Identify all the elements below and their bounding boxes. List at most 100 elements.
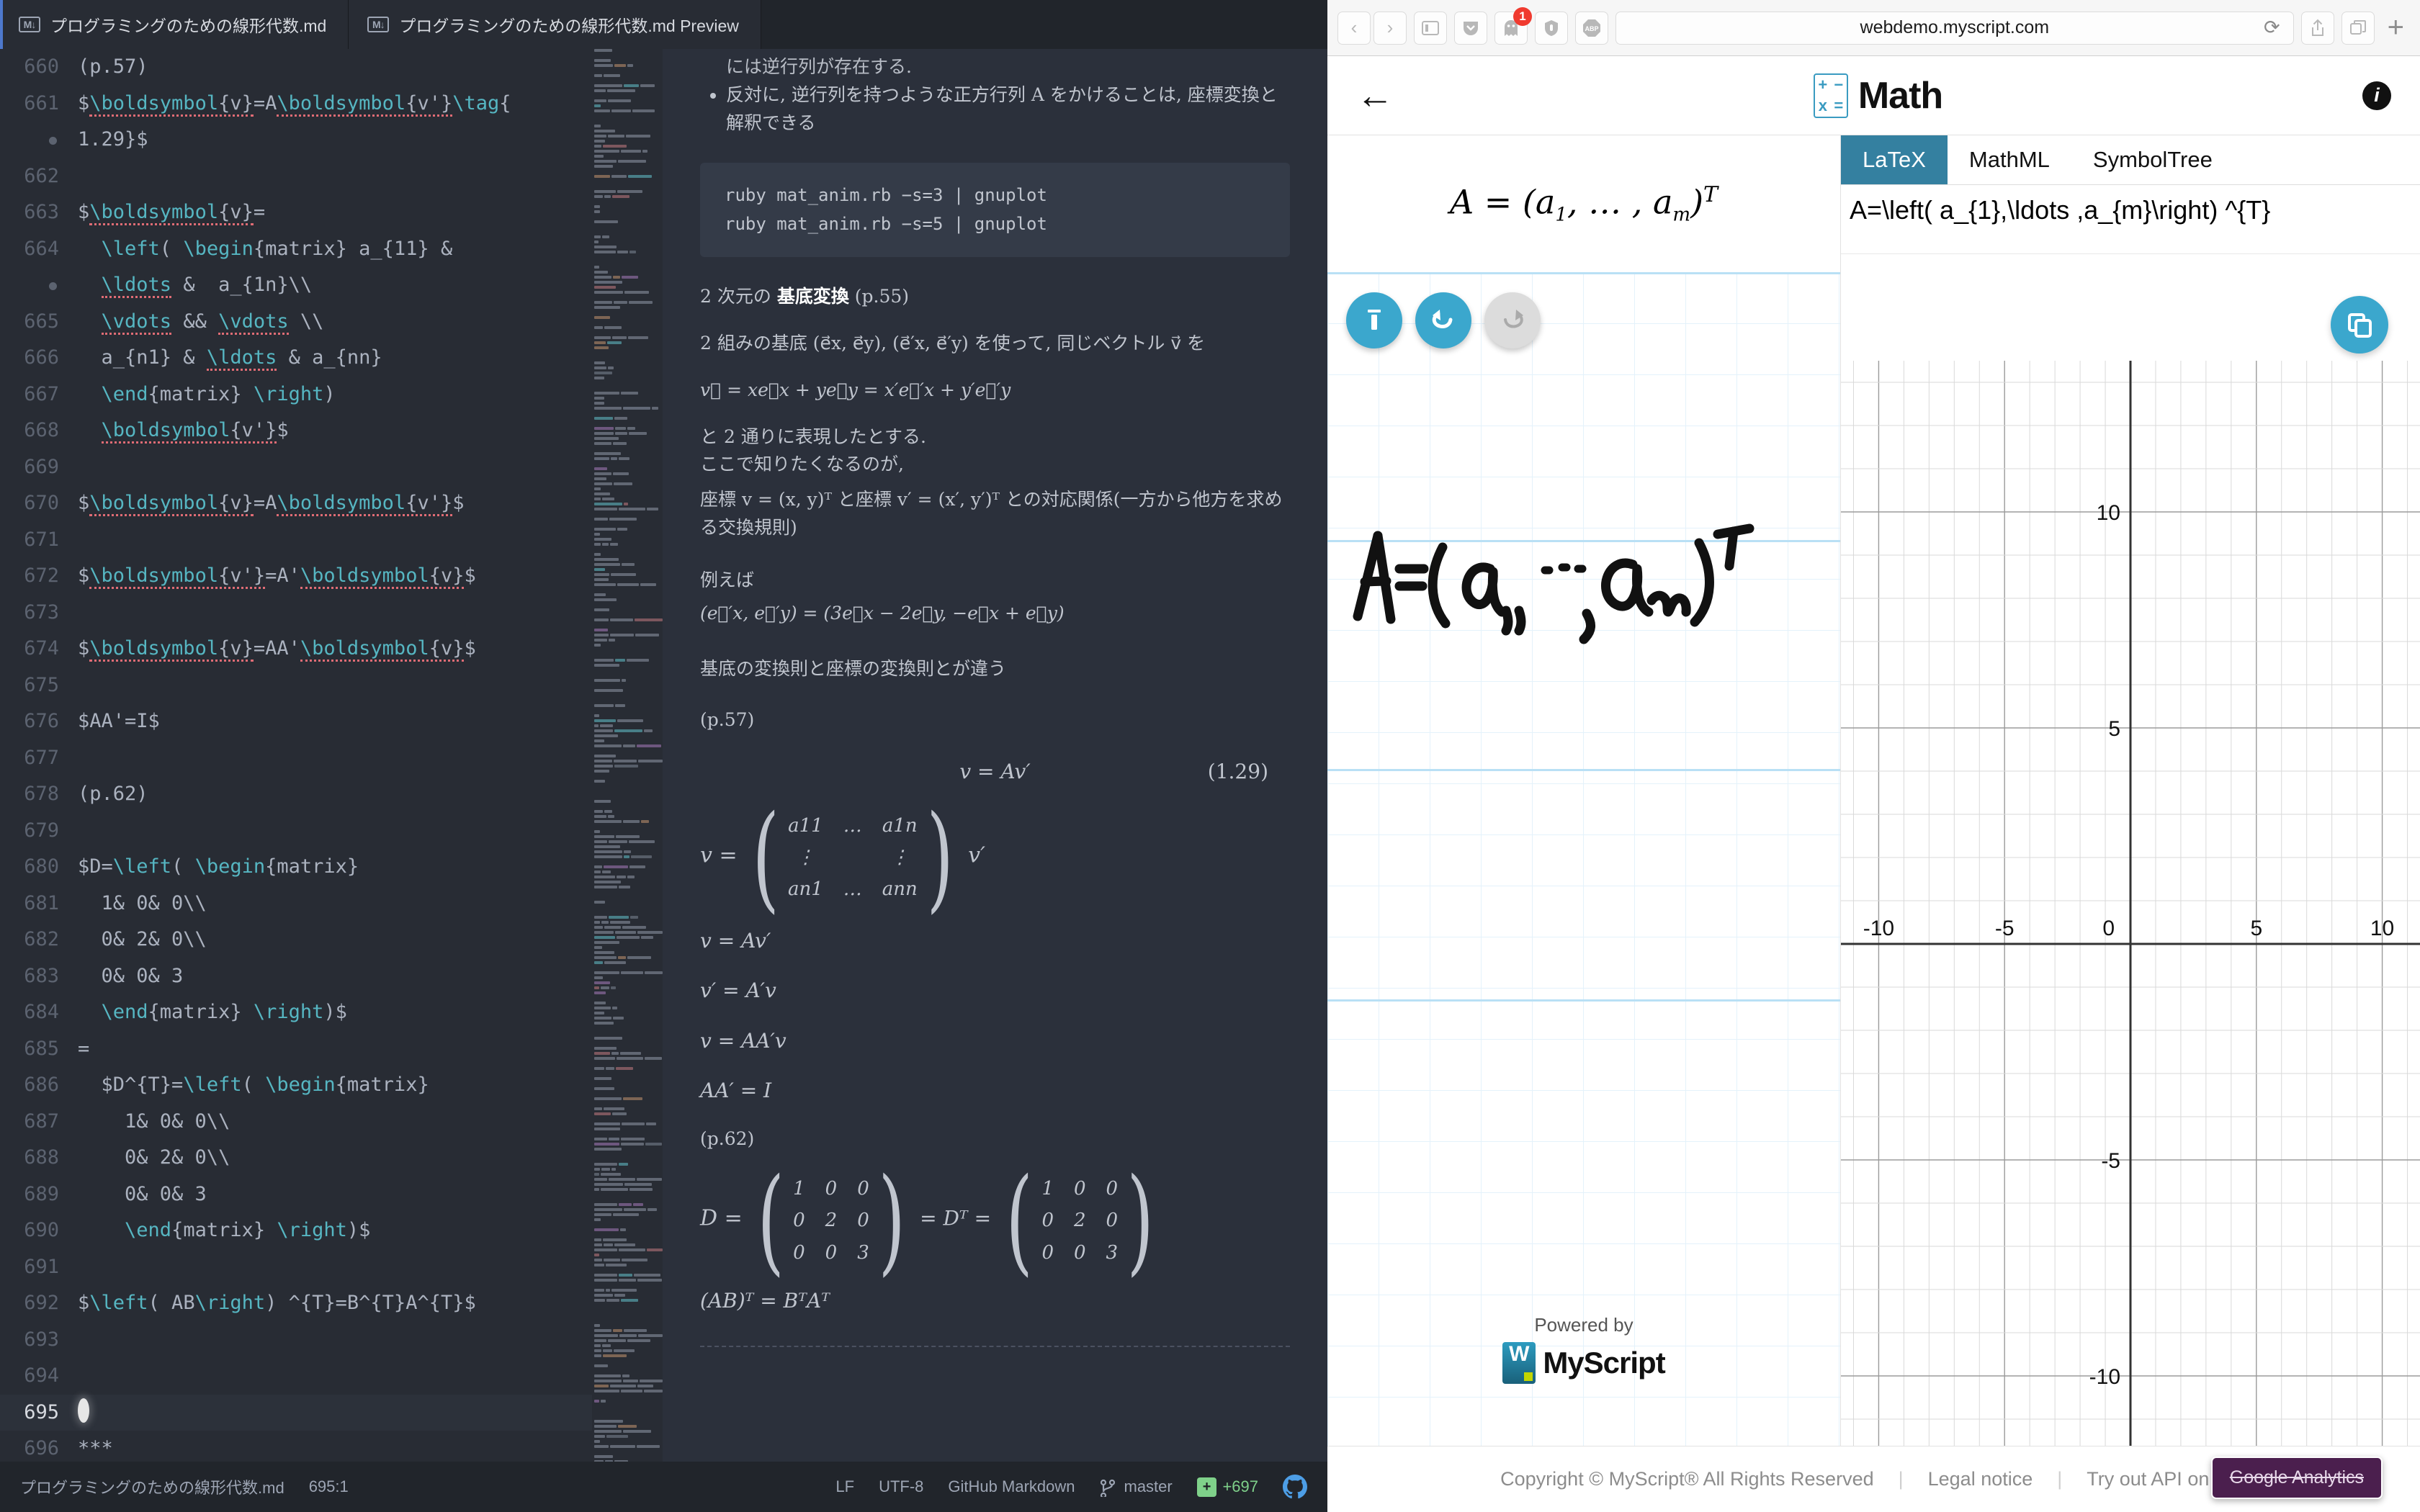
code-line[interactable]: 670 $\boldsymbol{v}=A\boldsymbol{v'}$: [0, 485, 663, 522]
new-tab-button[interactable]: +: [2382, 12, 2410, 44]
handwriting-canvas[interactable]: Powered by W MyScript: [1327, 272, 1840, 1446]
logo-x: x: [1818, 96, 1827, 114]
minimap-segment: [600, 1173, 622, 1176]
code-line-text: \ldots & a_{1n}\\: [78, 267, 312, 304]
code-line[interactable]: 689 0& 0& 3: [0, 1176, 663, 1213]
code-line[interactable]: 673: [0, 595, 663, 631]
footer-legal-notice[interactable]: Legal notice: [1928, 1468, 2033, 1490]
copy-button[interactable]: [2331, 296, 2388, 354]
ghostery-extension-button[interactable]: 1: [1494, 6, 1532, 45]
share-button[interactable]: [2300, 11, 2334, 45]
minimap-segment: [594, 835, 615, 838]
code-line[interactable]: 690 \end{matrix} \right)$: [0, 1212, 663, 1249]
code-line[interactable]: 693: [0, 1322, 663, 1359]
status-cursor-position[interactable]: 695:1: [309, 1477, 349, 1496]
code-line[interactable]: 668 \boldsymbol{v'}$: [0, 413, 663, 449]
code-line[interactable]: 695: [0, 1394, 663, 1431]
code-line[interactable]: 684 \end{matrix} \right)$: [0, 994, 663, 1031]
clear-button[interactable]: [1346, 292, 1402, 348]
code-line[interactable]: 676 $AA'=I$: [0, 703, 663, 740]
output-tab-latex[interactable]: LaTeX: [1841, 135, 1948, 184]
back-button[interactable]: ‹: [1337, 11, 1371, 45]
output-tab-symboltree[interactable]: SymbolTree: [2071, 135, 2234, 184]
code-editor-pane[interactable]: 660 (p.57) 661 $\boldsymbol{v}=A\boldsymbol…: [0, 49, 663, 1462]
status-branch-group[interactable]: master: [1100, 1477, 1173, 1497]
minimap-segment: [594, 1107, 602, 1110]
status-encoding[interactable]: UTF-8: [879, 1477, 923, 1496]
code-line[interactable]: \ldots & a_{1n}\\: [0, 267, 663, 304]
minimap-line: [592, 135, 663, 138]
minimap-line: [592, 654, 663, 657]
minimap-line: [592, 558, 663, 562]
tab-markdown-preview[interactable]: M↓ プログラミングのための線形代数.md Preview: [349, 0, 761, 49]
redo-button[interactable]: [1484, 292, 1541, 348]
code-line[interactable]: 666 a_{n1} & \ldots & a_{nn}: [0, 340, 663, 377]
code-line[interactable]: 675: [0, 667, 663, 704]
code-line[interactable]: 665 \vdots && \vdots \\: [0, 304, 663, 341]
undo-button[interactable]: [1415, 292, 1471, 348]
code-line[interactable]: 686 $D^{T}=\left( \begin{matrix}: [0, 1067, 663, 1104]
code-line[interactable]: 674 $\boldsymbol{v}=AA'\boldsymbol{v}$: [0, 631, 663, 667]
minimap-segment: [629, 865, 646, 868]
minimap-segment: [604, 74, 620, 77]
minimap-segment: [594, 553, 601, 556]
code-line[interactable]: 682 0& 2& 0\\: [0, 922, 663, 958]
github-octicon[interactable]: [1283, 1475, 1307, 1499]
adblockplus-extension-button[interactable]: ABP: [1575, 11, 1608, 45]
code-line[interactable]: 678 (p.62): [0, 776, 663, 813]
code-line[interactable]: 660 (p.57): [0, 49, 663, 86]
tab-markdown-source[interactable]: M↓ プログラミングのための線形代数.md: [0, 0, 349, 49]
code-line[interactable]: 683 0& 0& 3: [0, 958, 663, 995]
minimap-segment: [594, 1128, 620, 1130]
reload-icon[interactable]: ⟳: [2264, 17, 2280, 39]
ublock-extension-button[interactable]: [1535, 11, 1568, 45]
address-bar[interactable]: webdemo.myscript.com ⟳: [1615, 11, 2294, 45]
sidebar-toggle-button[interactable]: [1414, 11, 1447, 45]
minimap-segment: [603, 1259, 621, 1261]
minimap-segment: [629, 432, 647, 435]
code-line[interactable]: 664 \left( \begin{matrix} a_{11} &: [0, 231, 663, 268]
code-line[interactable]: 687 1& 0& 0\\: [0, 1104, 663, 1140]
show-tabs-button[interactable]: [2341, 11, 2375, 45]
code-line[interactable]: 669: [0, 449, 663, 486]
code-line[interactable]: 692 $\left( AB\right) ^{T}=B^{T}A^{T}$: [0, 1285, 663, 1322]
code-line[interactable]: 662: [0, 158, 663, 195]
minimap-segment: [624, 1183, 653, 1186]
code-line[interactable]: 688 0& 2& 0\\: [0, 1140, 663, 1176]
status-filename[interactable]: プログラミングのための線形代数.md: [20, 1475, 284, 1498]
editor-minimap[interactable]: [592, 49, 663, 1462]
code-line[interactable]: 681 1& 0& 0\\: [0, 886, 663, 922]
forward-button[interactable]: ›: [1373, 11, 1407, 45]
google-analytics-badge[interactable]: Google Analytics: [2210, 1457, 2383, 1499]
minimap-segment: [594, 1228, 619, 1231]
code-line[interactable]: 696 ***: [0, 1431, 663, 1462]
code-line[interactable]: 672 $\boldsymbol{v'}=A'\boldsymbol{v}$: [0, 558, 663, 595]
info-icon[interactable]: i: [2362, 81, 2391, 110]
latex-output-text[interactable]: A=\left( a_{1},\ldots ,a_{m}\right) ^{T}: [1841, 185, 2420, 254]
pocket-extension-button[interactable]: [1454, 11, 1487, 45]
code-line[interactable]: 680 $D=\left( \begin{matrix}: [0, 849, 663, 886]
app-back-arrow[interactable]: ←: [1356, 77, 1394, 114]
minimap-segment: [641, 820, 650, 823]
minimap-segment: [594, 1430, 622, 1433]
code-line[interactable]: 685 =: [0, 1031, 663, 1068]
code-line[interactable]: 671: [0, 522, 663, 559]
status-line-ending[interactable]: LF: [835, 1477, 854, 1496]
minimap-line: [592, 1374, 663, 1378]
code-line[interactable]: 663 $\boldsymbol{v}=: [0, 194, 663, 231]
code-line[interactable]: 694: [0, 1358, 663, 1395]
code-line[interactable]: 679: [0, 813, 663, 850]
minimap-segment: [594, 810, 603, 813]
graph-panel[interactable]: -10 -5 0 5 10 -10 -5 5 10: [1841, 254, 2420, 1446]
code-line[interactable]: 667 \end{matrix} \right): [0, 377, 663, 413]
status-diff-group[interactable]: + +697: [1196, 1477, 1258, 1497]
code-line[interactable]: 1.29}$: [0, 122, 663, 158]
minimap-line: [592, 1027, 663, 1030]
code-line[interactable]: 677: [0, 740, 663, 777]
code-line[interactable]: 661 $\boldsymbol{v}=A\boldsymbol{v'}\tag{: [0, 86, 663, 122]
status-grammar[interactable]: GitHub Markdown: [948, 1477, 1075, 1496]
code-line[interactable]: 691: [0, 1249, 663, 1286]
markdown-preview-pane[interactable]: には逆行列が存在する. 反対に, 逆行列を持つような正方行列 A をかけることは…: [663, 49, 1327, 1462]
output-tab-mathml[interactable]: MathML: [1948, 135, 2071, 184]
line-number: 682: [24, 928, 59, 950]
